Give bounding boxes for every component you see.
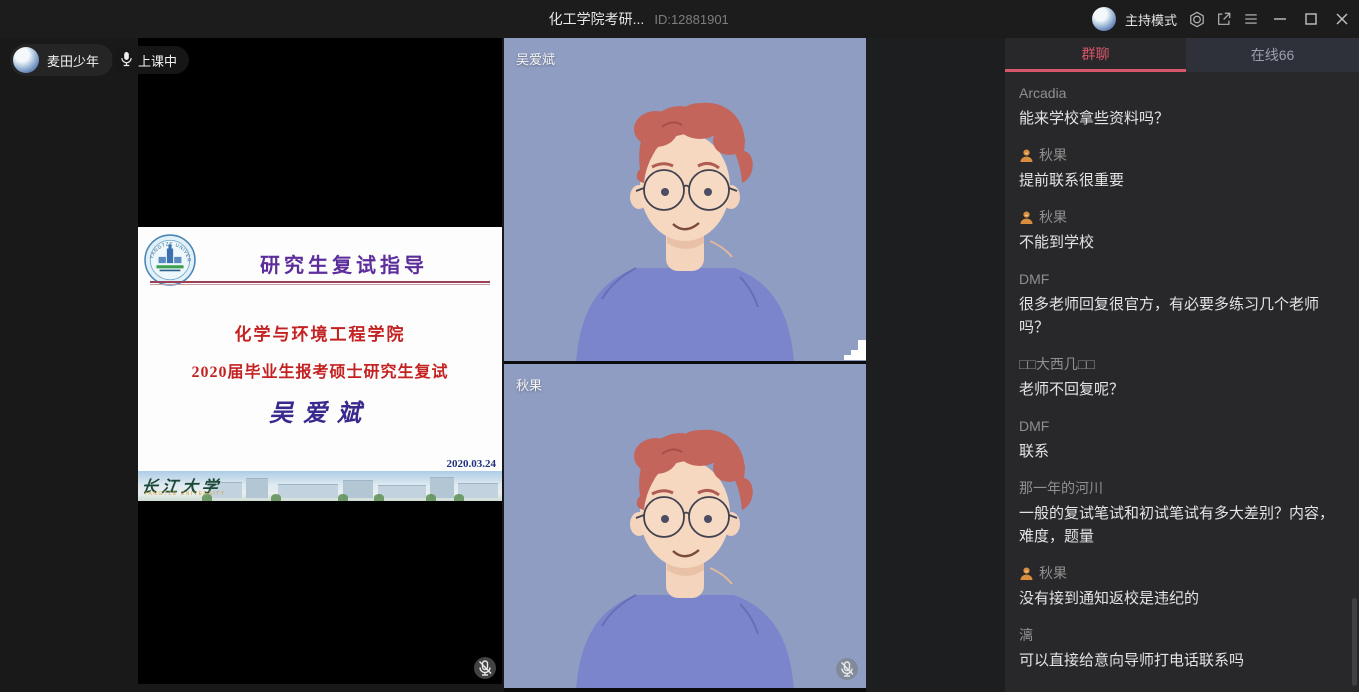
presenter-name-pill: 麦田少年 — [10, 44, 113, 76]
person-icon — [1019, 148, 1034, 163]
participant-illustration — [504, 368, 866, 688]
video-tile-qiuguo[interactable]: 秋果 — [504, 364, 866, 688]
chat-text: 没有接到通知返校是违纪的 — [1019, 587, 1345, 610]
person-icon — [1019, 210, 1034, 225]
university-seal-logo: YANGTZE UNIVERSITY — [144, 234, 196, 286]
chat-text: 很多老师回复很官方，有必要多练习几个老师吗？ — [1019, 293, 1345, 339]
chat-author: 秋果 — [1039, 564, 1067, 582]
settings-icon[interactable] — [1188, 10, 1206, 28]
campus-subtext: YANGTZE UNIVERSITY — [144, 491, 226, 497]
chat-text: 老师不回复呢？ — [1019, 378, 1345, 401]
chat-message: 秋果 没有接到通知返校是违纪的 — [1019, 564, 1345, 610]
chat-message-list[interactable]: Arcadia 能来学校拿些资料吗？ 秋果 提前联系很重要 秋果 不能到学校 D… — [1005, 72, 1359, 692]
chat-scrollbar-thumb[interactable] — [1352, 598, 1357, 686]
chat-text: 可以直接给意向导师打电话联系吗 — [1019, 649, 1345, 672]
chat-text: 一般的复试笔试和初试笔试有多大差别？内容，难度，题量 — [1019, 502, 1345, 548]
participant-illustration — [504, 41, 866, 361]
room-title: 化工学院考研... — [549, 9, 645, 29]
close-button[interactable] — [1331, 10, 1353, 28]
presenter-video[interactable]: YANGTZE UNIVERSITY 研究生复试指导 化学与环境工程学院 202… — [138, 38, 502, 684]
stage-background — [866, 38, 1005, 692]
chat-tab-bar: 群聊 在线66 — [1005, 38, 1359, 72]
video-name-label: 秋果 — [516, 375, 542, 394]
chat-message: 那一年的河川 一般的复试笔试和初试笔试有多大差别？内容，难度，题量 — [1019, 479, 1345, 548]
menu-icon[interactable] — [1242, 10, 1260, 28]
slide-speaker-name: 吴爱斌 — [138, 393, 502, 428]
chat-author: DMF — [1019, 417, 1345, 435]
slide-date: 2020.03.24 — [447, 458, 497, 470]
window-titlebar: 化工学院考研... ID:12881901 主持模式 — [0, 0, 1359, 38]
chat-text: 提前联系很重要 — [1019, 169, 1345, 192]
chat-panel: 群聊 在线66 Arcadia 能来学校拿些资料吗？ 秋果 提前联系很重要 秋果 — [1005, 38, 1359, 692]
room-id: ID:12881901 — [654, 12, 728, 27]
chat-text: 能来学校拿些资料吗？ — [1019, 107, 1345, 130]
class-status-label: 上课中 — [138, 51, 177, 70]
chat-message: □□大西几□□ 老师不回复呢？ — [1019, 355, 1345, 401]
slide-divider — [150, 281, 490, 285]
person-icon — [1019, 566, 1034, 581]
presenter-muted-mic-icon[interactable] — [474, 657, 496, 679]
mic-icon — [120, 51, 133, 70]
slide-subject-line: 2020届毕业生报考硕士研究生复试 — [138, 358, 502, 382]
muted-mic-icon[interactable] — [836, 658, 858, 680]
chat-message: 漓 可以直接给意向导师打电话联系吗 — [1019, 626, 1345, 672]
class-status-pill: 上课中 — [112, 46, 189, 74]
open-external-icon[interactable] — [1215, 10, 1233, 28]
chat-message: DMF 联系 — [1019, 417, 1345, 463]
chat-message: Arcadia 能来学校拿些资料吗？ — [1019, 84, 1345, 130]
chat-author: Arcadia — [1019, 84, 1345, 102]
tab-group-chat[interactable]: 群聊 — [1005, 38, 1186, 72]
chat-author: 秋果 — [1039, 208, 1067, 226]
campus-photo-strip: 长江大学 YANGTZE UNIVERSITY — [138, 471, 502, 501]
presenter-avatar — [13, 47, 39, 73]
host-mode-label[interactable]: 主持模式 — [1125, 10, 1177, 29]
chat-message: 秋果 提前联系很重要 — [1019, 146, 1345, 192]
chat-text: 联系 — [1019, 440, 1345, 463]
video-tile-wuaibin[interactable]: 吴爱斌 — [504, 38, 866, 361]
chat-message: 秋果 不能到学校 — [1019, 208, 1345, 254]
slide-title: 研究生复试指导 — [196, 249, 492, 278]
minimize-button[interactable] — [1269, 10, 1291, 28]
chat-author: DMF — [1019, 270, 1345, 288]
video-column: 吴爱斌 秋果 — [504, 38, 866, 692]
presenter-name: 麦田少年 — [47, 51, 99, 70]
window-title-group: 化工学院考研... ID:12881901 — [549, 0, 729, 38]
tab-online-list[interactable]: 在线66 — [1186, 38, 1359, 72]
chat-author: □□大西几□□ — [1019, 355, 1345, 373]
slide-college-line: 化学与环境工程学院 — [138, 320, 502, 345]
chat-message: DMF 很多老师回复很官方，有必要多练习几个老师吗？ — [1019, 270, 1345, 339]
chat-author: 漓 — [1019, 626, 1345, 644]
presentation-slide: YANGTZE UNIVERSITY 研究生复试指导 化学与环境工程学院 202… — [138, 227, 502, 501]
resize-steps-icon — [844, 340, 866, 360]
presenter-stage: YANGTZE UNIVERSITY 研究生复试指导 化学与环境工程学院 202… — [0, 38, 504, 692]
chat-text: 不能到学校 — [1019, 231, 1345, 254]
user-avatar — [1092, 7, 1116, 31]
chat-author: 秋果 — [1039, 146, 1067, 164]
video-name-label: 吴爱斌 — [516, 49, 555, 68]
chat-author: 那一年的河川 — [1019, 479, 1345, 497]
maximize-button[interactable] — [1300, 10, 1322, 28]
